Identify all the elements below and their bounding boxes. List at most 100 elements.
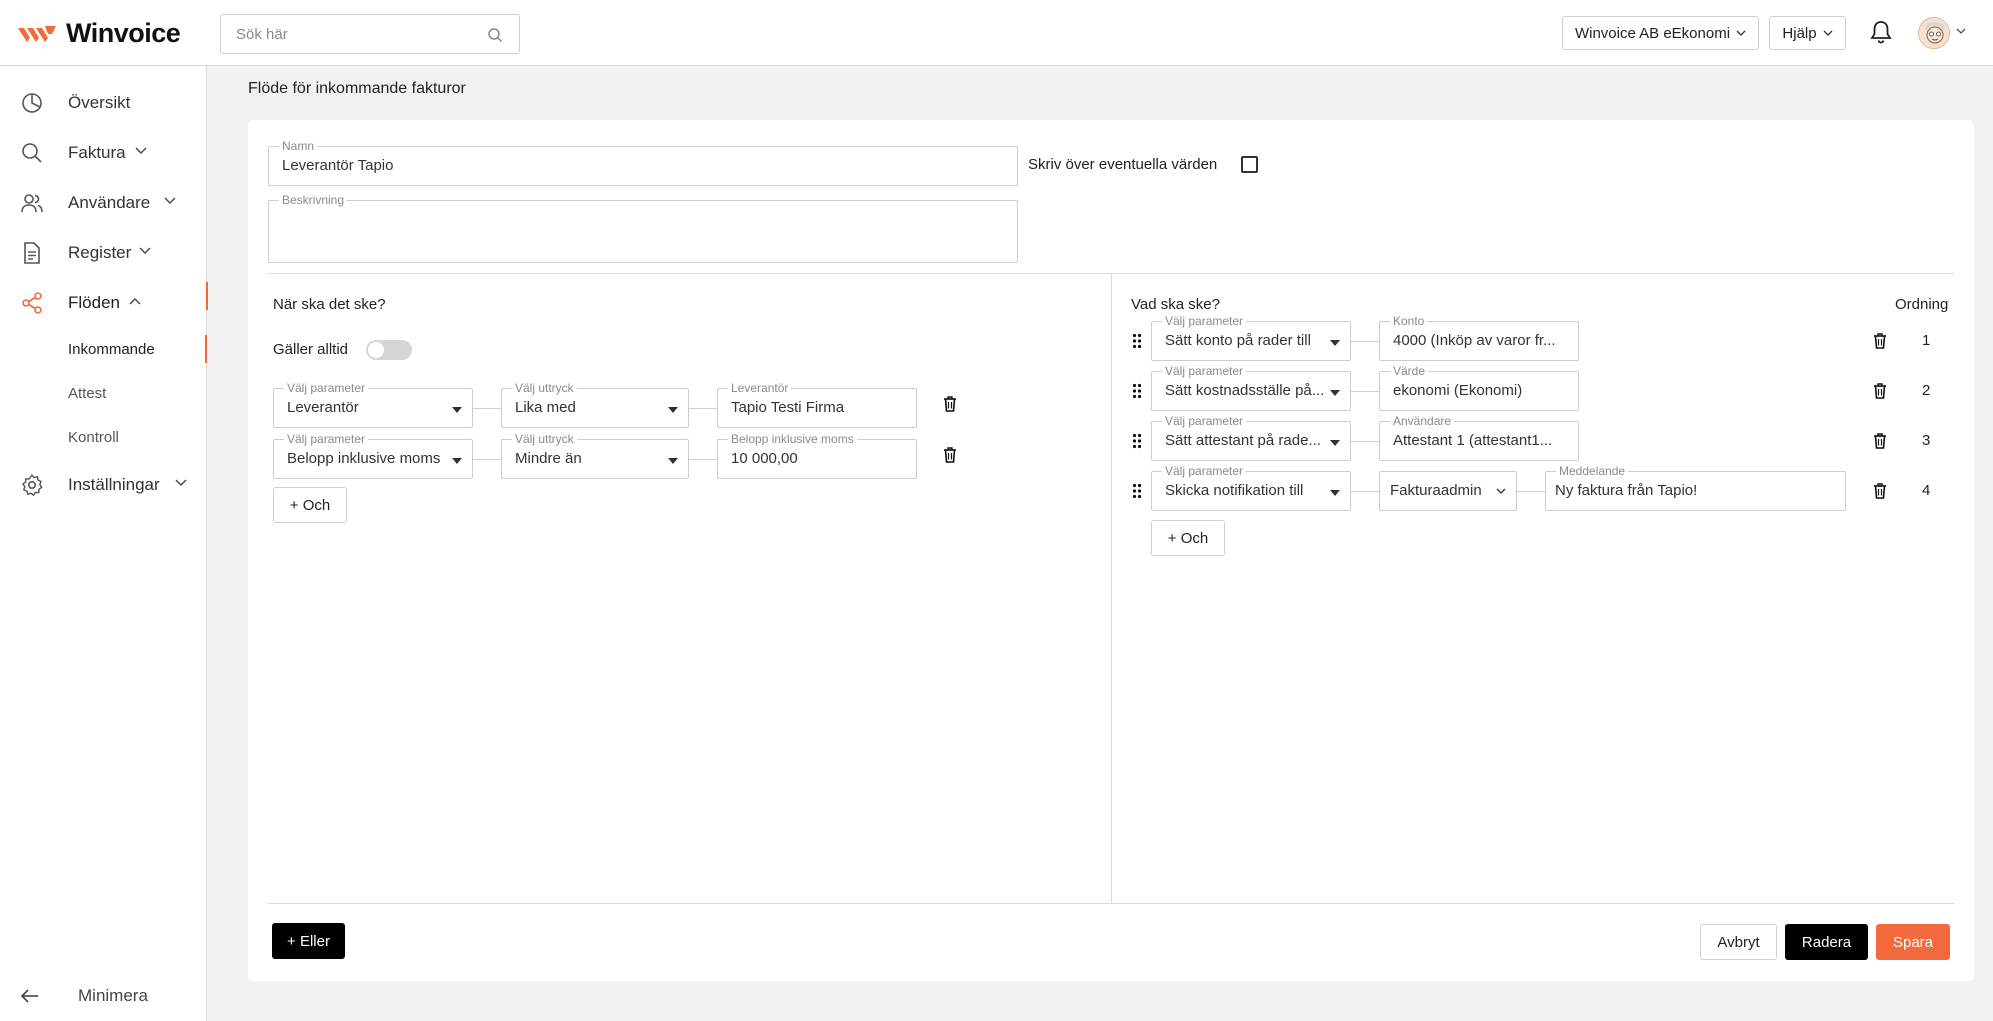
select-label: Välj parameter [284, 432, 369, 446]
search-box[interactable] [220, 14, 520, 54]
help-menu[interactable]: Hjälp [1769, 16, 1846, 50]
select-value: Mindre än [515, 450, 582, 467]
caret-down-icon [1330, 440, 1340, 446]
trash-icon[interactable] [1873, 333, 1887, 349]
condition-param-select[interactable]: Välj parameter Belopp inklusive moms [273, 432, 473, 479]
select-label: Välj uttryck [512, 381, 577, 395]
actions-heading: Vad ska ske? [1131, 296, 1220, 313]
chevron-down-icon [175, 479, 187, 486]
sidebar-item-label: Översikt [68, 93, 131, 112]
drag-handle-icon[interactable] [1132, 483, 1142, 499]
description-field-label: Beskrivning [279, 193, 348, 207]
description-field[interactable]: Beskrivning [268, 193, 1018, 263]
connector-line [473, 459, 501, 460]
action-param-select[interactable]: Välj parameter Sätt attestant på rade... [1151, 414, 1351, 461]
add-and-condition-button[interactable]: + Och [273, 487, 347, 523]
select-value: Sätt konto på rader till [1165, 332, 1311, 349]
condition-expression-select[interactable]: Välj uttryck Lika med [501, 381, 689, 428]
sidebar-item-anvandare[interactable]: Användare [0, 182, 207, 222]
caret-down-icon [1330, 340, 1340, 346]
sidebar-subitem-kontroll[interactable]: Kontroll [68, 429, 119, 446]
users-icon [21, 194, 43, 213]
select-label: Välj parameter [1162, 464, 1247, 478]
chevron-down-icon [1496, 488, 1506, 494]
condition-value-input[interactable]: Belopp inklusive moms 10 000,00 [717, 432, 917, 479]
share-icon [22, 292, 42, 314]
input-value: Attestant 1 (attestant1... [1393, 432, 1553, 449]
select-value: Leverantör [287, 399, 359, 416]
connector-line [1351, 441, 1379, 442]
action-param-select[interactable]: Välj parameter Sätt kostnadsställe på... [1151, 364, 1351, 411]
connector-line [1351, 391, 1379, 392]
add-or-button[interactable]: + Eller [272, 923, 345, 959]
conditions-heading: När ska det ske? [273, 296, 386, 313]
drag-handle-icon[interactable] [1132, 383, 1142, 399]
input-label: Belopp inklusive moms [728, 432, 857, 446]
trash-icon[interactable] [943, 396, 957, 412]
chevron-down-icon [139, 247, 151, 254]
caret-down-icon [668, 407, 678, 413]
select-value: Sätt kostnadsställe på... [1165, 382, 1325, 399]
sidebar-item-installningar[interactable]: Inställningar [0, 464, 207, 504]
action-value-input[interactable]: Värde ekonomi (Ekonomi) [1379, 364, 1579, 411]
chevron-down-icon [1823, 30, 1833, 36]
chevron-down-icon[interactable] [1956, 28, 1966, 34]
drag-handle-icon[interactable] [1132, 333, 1142, 349]
condition-value-input[interactable]: Leverantör Tapio Testi Firma [717, 381, 917, 428]
search-icon [22, 143, 42, 163]
active-subitem-marker [205, 335, 207, 363]
action-value-input[interactable]: Konto 4000 (Inköp av varor fr... [1379, 314, 1579, 361]
sidebar-item-faktura[interactable]: Faktura [0, 132, 207, 172]
always-toggle[interactable] [366, 340, 412, 360]
always-label: Gäller alltid [273, 341, 349, 358]
action-param-select[interactable]: Välj parameter Sätt konto på rader till [1151, 314, 1351, 361]
winvoice-logo-icon [18, 25, 56, 42]
message-input[interactable]: Meddelande Ny faktura från Tapio! [1545, 464, 1846, 511]
trash-icon[interactable] [1873, 433, 1887, 449]
minimize-button[interactable]: Minimera [20, 986, 148, 1006]
sidebar-item-oversikt[interactable]: Översikt [0, 82, 207, 122]
company-label: Winvoice AB eEkonomi [1574, 24, 1731, 42]
select-value: Skicka notifikation till [1165, 482, 1304, 499]
sidebar-subitem-attest[interactable]: Attest [68, 385, 106, 402]
caret-down-icon [1330, 390, 1340, 396]
action-param-select[interactable]: Välj parameter Skicka notifikation till [1151, 464, 1351, 511]
trash-icon[interactable] [943, 447, 957, 463]
footer-divider [268, 903, 1954, 904]
select-label: Välj parameter [1162, 414, 1247, 428]
overwrite-label: Skriv över eventuella värden [1028, 156, 1218, 173]
sidebar-item-register[interactable]: Register [0, 232, 207, 272]
cancel-button[interactable]: Avbryt [1700, 924, 1777, 960]
action-value-input[interactable]: Användare Attestant 1 (attestant1... [1379, 414, 1579, 461]
company-selector[interactable]: Winvoice AB eEkonomi [1562, 16, 1759, 50]
condition-expression-select[interactable]: Välj uttryck Mindre än [501, 432, 689, 479]
input-value: 10 000,00 [731, 450, 798, 467]
sidebar-subitem-inkommande[interactable]: Inkommande [68, 341, 155, 358]
page-title: Flöde för inkommande fakturor [248, 80, 466, 97]
avatar[interactable] [1918, 17, 1950, 49]
save-button[interactable]: Spara [1876, 924, 1950, 960]
select-label: Välj uttryck [512, 432, 577, 446]
sidebar-item-floden[interactable]: Flöden [0, 282, 208, 322]
search-input[interactable] [221, 15, 471, 53]
overwrite-checkbox[interactable] [1241, 156, 1258, 173]
help-label: Hjälp [1782, 24, 1817, 42]
connector-line [1351, 491, 1379, 492]
drag-handle-icon[interactable] [1132, 433, 1142, 449]
trash-icon[interactable] [1873, 383, 1887, 399]
column-divider [1111, 273, 1112, 904]
bell-icon[interactable] [1870, 20, 1892, 44]
caret-down-icon [668, 458, 678, 464]
input-label: Leverantör [728, 381, 792, 395]
caret-down-icon [1330, 490, 1340, 496]
logo[interactable]: Winvoice [18, 18, 181, 49]
delete-button[interactable]: Radera [1785, 924, 1868, 960]
search-icon[interactable] [487, 27, 503, 43]
add-and-action-button[interactable]: + Och [1151, 520, 1225, 556]
trash-icon[interactable] [1873, 483, 1887, 499]
recipient-select[interactable]: Fakturaadmin [1379, 471, 1517, 511]
arrow-left-icon [20, 989, 38, 1003]
select-label: Välj parameter [1162, 314, 1247, 328]
name-field[interactable]: Namn Leverantör Tapio [268, 139, 1018, 186]
condition-param-select[interactable]: Välj parameter Leverantör [273, 381, 473, 428]
